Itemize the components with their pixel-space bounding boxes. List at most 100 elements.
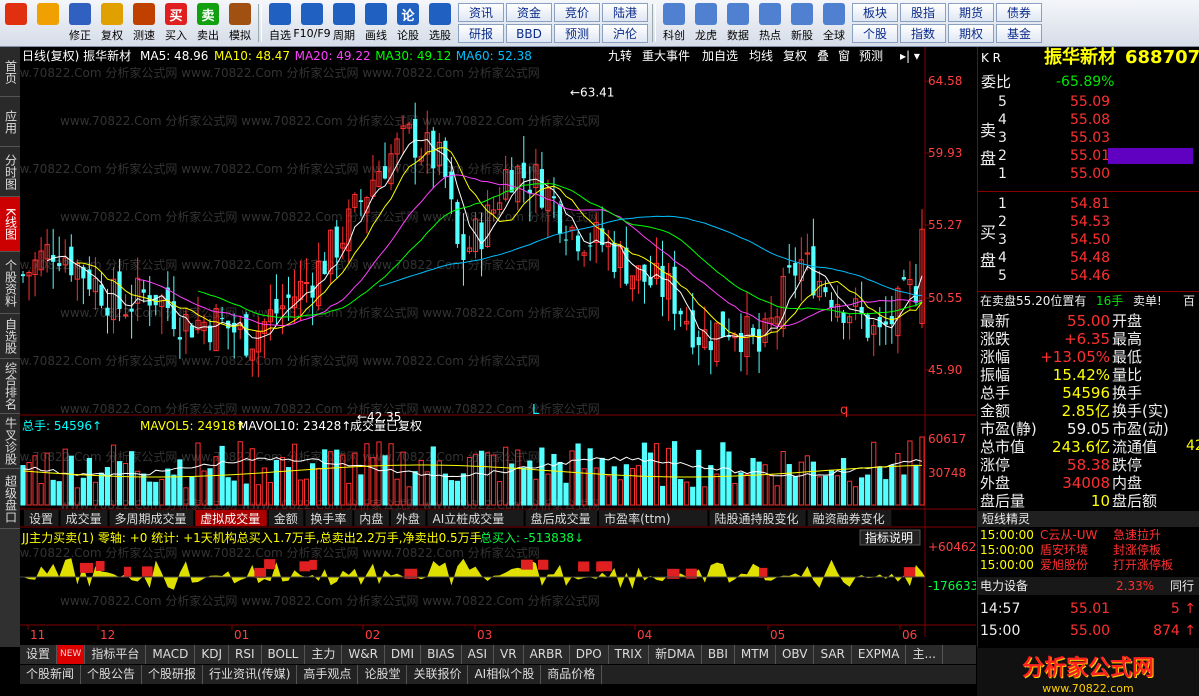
toolbar-grid-button[interactable]: 期权 (948, 24, 994, 43)
indicator-tab[interactable]: VR (494, 645, 524, 664)
discuss-button[interactable]: 论论股 (392, 0, 424, 46)
left-tab[interactable]: K线图 (0, 197, 20, 252)
indicator-tab[interactable]: 主... (906, 645, 943, 664)
indicator-tab[interactable]: ARBR (524, 645, 570, 664)
info-tab-bar: 个股新闻 个股公告 个股研报 行业资讯(传媒) 高手观点 论股堂 关联报价 AI相似个股 商品价… (20, 665, 976, 684)
toolbar-grid-button[interactable]: 板块 (852, 3, 898, 22)
info-tab[interactable]: 关联报价 (407, 665, 469, 684)
left-tab[interactable]: 超级盘口 (0, 469, 20, 529)
sell-button[interactable]: 卖卖出 (192, 0, 224, 46)
toolbar-grid-button[interactable]: 个股 (852, 24, 898, 43)
tick-price: 55.00 (1070, 623, 1111, 639)
indicator-tab[interactable]: MACD (146, 645, 196, 664)
home-button[interactable]: 修正 (64, 0, 96, 46)
select-stock-button[interactable]: 选股 (424, 0, 456, 46)
left-tab[interactable]: 首页 (0, 47, 20, 97)
indicator-tab[interactable]: 新DMA (649, 645, 702, 664)
toolbar-grid-button[interactable]: 研报 (458, 24, 504, 43)
elves-stock[interactable]: 盾安环境 (1040, 543, 1088, 558)
toolbar-grid-button[interactable]: 资金 (506, 3, 552, 22)
left-tab[interactable]: 个股资料 (0, 252, 20, 314)
pe-button[interactable]: 数据 (722, 0, 754, 46)
clock-button[interactable]: 测速 (128, 0, 160, 46)
back-arrow-button[interactable] (32, 0, 64, 46)
industry-name[interactable]: 电力设备 (980, 577, 1028, 595)
toolbar-grid-button[interactable]: 沪伦 (602, 24, 648, 43)
chart-area[interactable]: www.70822.Com 分析家公式网 www.70822.Com 分析家公式… (0, 47, 984, 647)
order-note: 在卖盘55.20位置有 16手 卖单! 百 (978, 291, 1199, 310)
pencil-button[interactable]: 画线 (360, 0, 392, 46)
left-tab[interactable]: 分时图 (0, 147, 20, 197)
toolbar-grid-button[interactable]: 债券 (996, 3, 1042, 22)
elves-stock[interactable]: 爱旭股份 (1040, 558, 1088, 573)
industry-pct: 2.33% (1116, 579, 1155, 593)
indicator-tab[interactable]: KDJ (195, 645, 229, 664)
indicator-tab[interactable]: DPO (570, 645, 609, 664)
info-tab[interactable]: AI相似个股 (468, 665, 542, 684)
left-tab[interactable]: 牛叉诊股 (0, 414, 20, 469)
toolbar-grid-button[interactable]: BBD (506, 24, 552, 43)
dragon-button[interactable]: 龙虎 (690, 0, 722, 46)
indicator-tab[interactable]: EXPMA (852, 645, 907, 664)
toolbar-grid-button[interactable]: 资讯 (458, 3, 504, 22)
indicator-tab[interactable]: RSI (229, 645, 262, 664)
hammer-button[interactable]: 模拟 (224, 0, 256, 46)
indicator-tab[interactable]: BIAS (421, 645, 462, 664)
elves-row: 15:00:00 C云从-UW 急速拉升 (978, 528, 1199, 543)
chart-menu-item: 叠 (817, 49, 829, 63)
indicator-tab[interactable]: BBI (702, 645, 735, 664)
info-tab[interactable]: 论股堂 (358, 665, 408, 684)
globe-button[interactable]: 全球 (818, 0, 850, 46)
info-tab[interactable]: 商品价格 (541, 665, 603, 684)
candle (20, 274, 26, 277)
candle (672, 266, 677, 314)
toolbar-grid-button[interactable]: 期货 (948, 3, 994, 22)
period-button[interactable]: 周期 (328, 0, 360, 46)
indicator-tab[interactable]: BOLL (262, 645, 306, 664)
indicator-tab[interactable]: 指标平台 (85, 645, 147, 664)
info-tab[interactable]: 行业资讯(传媒) (203, 665, 298, 684)
indicator-tab[interactable]: 设置 (20, 645, 58, 664)
windows-button[interactable] (0, 0, 32, 46)
quote-panel: K R 振华新材 688707 委比 -65.89% 5 55.09 4 55.08 3… (977, 47, 1199, 647)
candle (382, 166, 388, 179)
info-tab[interactable]: 个股研报 (142, 665, 204, 684)
star-button[interactable]: 自选 (264, 0, 296, 46)
refresh-button[interactable]: 复权 (96, 0, 128, 46)
indicator-tab[interactable]: DMI (385, 645, 422, 664)
new-stock-button[interactable]: 新股 (786, 0, 818, 46)
chart-svg[interactable]: www.70822.Com 分析家公式网 www.70822.Com 分析家公式… (0, 47, 984, 647)
volume-bar (273, 459, 280, 506)
hot-button[interactable]: 热点 (754, 0, 786, 46)
toolbar-grid-button[interactable]: 预测 (554, 24, 600, 43)
left-tab[interactable]: 综合排名 (0, 359, 20, 414)
indicator-tab[interactable]: 主力 (305, 645, 343, 664)
toolbar-grid-button[interactable]: 陆港 (602, 3, 648, 22)
info-tab[interactable]: 个股公告 (81, 665, 143, 684)
chart-button[interactable]: 科创 (658, 0, 690, 46)
elves-stock[interactable]: C云从-UW (1040, 528, 1097, 543)
volume-bar (901, 474, 907, 506)
indicator-tab[interactable]: OBV (776, 645, 815, 664)
stat-row: 金额 2.85亿 换手(实) (978, 402, 1199, 420)
toolbar-grid-button[interactable]: 基金 (996, 24, 1042, 43)
info-tab[interactable]: 个股新闻 (20, 665, 82, 684)
info-tab[interactable]: 高手观点 (297, 665, 359, 684)
indicator-tab[interactable]: SAR (814, 645, 852, 664)
toolbar-grid-button[interactable]: 股指 (900, 3, 946, 22)
buy-button[interactable]: 买买入 (160, 0, 192, 46)
toolbar-grid-button[interactable]: 指数 (900, 24, 946, 43)
left-tab[interactable]: 自选股 (0, 314, 20, 359)
indicator-tab[interactable]: W&R (342, 645, 385, 664)
indicator-tab[interactable]: ASI (462, 645, 495, 664)
sell-row: 2 55.01 (978, 147, 1199, 165)
candle (588, 245, 593, 247)
indicator-tab[interactable]: MTM (735, 645, 776, 664)
toolbar-grid-button[interactable]: 竞价 (554, 3, 600, 22)
f10-button[interactable]: F10/F9 (293, 0, 331, 46)
ma-label: MA10: 48.47 (214, 49, 290, 63)
indicator-tab[interactable]: TRIX (609, 645, 650, 664)
left-tab[interactable]: 应用 (0, 97, 20, 147)
indicator-red-area (299, 561, 311, 572)
industry-extra: 同行 (1170, 579, 1195, 593)
